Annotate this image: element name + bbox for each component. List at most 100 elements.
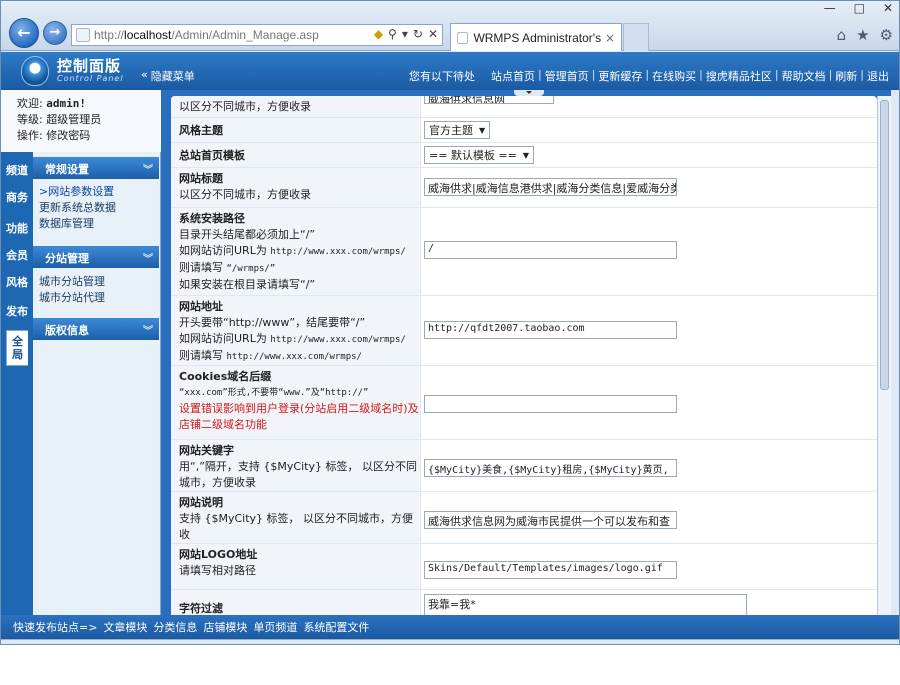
address-tools: ◆ ⚲ ▾ ↻ ✕ xyxy=(374,27,438,41)
site-name-input[interactable]: 威海供求信息网 xyxy=(424,96,554,104)
vtab-function[interactable]: 功能 xyxy=(6,218,28,239)
form-row-site-title: 网站标题 以区分不同城市，方便收录 威海供求|威海信息港供求|威海分类信息|爱威… xyxy=(171,168,877,208)
style-theme-select[interactable]: 官方主题 ▼ xyxy=(424,121,491,139)
dropdown-icon[interactable]: ▾ xyxy=(402,27,408,41)
quick-config-file[interactable]: 系统配置文件 xyxy=(303,619,369,635)
nav-logout[interactable]: 退出 xyxy=(867,68,889,84)
form-row-logo: 网站LOGO地址 请填写相对路径 Skins/Default/Templates… xyxy=(171,544,877,590)
browser-window: — □ ✕ ← → http://localhost/Admin/Admin_M… xyxy=(0,0,900,645)
vtab-global[interactable]: 全局 xyxy=(6,330,28,366)
home-template-select[interactable]: == 默认模板 == ▼ xyxy=(424,146,535,164)
form-row-install-path: 系统安装路径 目录开头结尾都必须加上“/” 如网站访问URL为 http://w… xyxy=(171,208,877,296)
quick-publish-bar: 快速发布站点=> 文章模块 分类信息 店铺模块 单页频道 系统配置文件 xyxy=(1,615,899,639)
nav-buy-online[interactable]: 在线购买 xyxy=(652,68,696,84)
quick-article-module[interactable]: 文章模块 xyxy=(103,619,147,635)
hide-menu-link[interactable]: « 隐藏菜单 xyxy=(141,68,195,84)
change-password-link[interactable]: 修改密码 xyxy=(46,129,90,142)
install-path-input[interactable]: / xyxy=(424,241,677,259)
close-window-button[interactable]: ✕ xyxy=(883,1,893,15)
nav-site-home[interactable]: 站点首页 xyxy=(491,68,535,84)
group-copyright[interactable]: 版权信息 ︾ xyxy=(33,318,159,340)
chevron-down-icon: ︾ xyxy=(143,326,153,337)
nav-community[interactable]: 搜虎精品社区 xyxy=(706,68,772,84)
substation-links: 城市分站管理 城市分站代理 xyxy=(39,274,105,306)
maximize-button[interactable]: □ xyxy=(854,1,865,15)
word-filter-textarea[interactable]: 我靠=我* xyxy=(424,594,747,615)
settings-form: 以区分不同城市，方便收录 威海供求信息网 风格主题 官方主题 ▼ 总站首页模板 =… xyxy=(171,96,877,615)
user-level: 超级管理员 xyxy=(46,113,102,126)
page-favicon-icon xyxy=(76,28,90,42)
cookie-domain-input[interactable] xyxy=(424,395,677,413)
site-url-input[interactable]: http://qfdt2007.taobao.com xyxy=(424,321,677,339)
vtab-channel[interactable]: 频道 xyxy=(6,160,28,181)
tab-close-icon[interactable]: × xyxy=(605,31,615,45)
address-bar[interactable]: http://localhost/Admin/Admin_Manage.asp … xyxy=(71,24,443,46)
new-tab-button[interactable] xyxy=(623,23,649,51)
arrow-right-icon: → xyxy=(49,25,61,40)
vtab-business[interactable]: 商务 xyxy=(6,187,28,208)
gear-icon[interactable]: ⚙ xyxy=(880,26,893,44)
refresh-icon[interactable]: ↻ xyxy=(413,27,423,41)
search-icon[interactable]: ⚲ xyxy=(388,27,397,41)
link-update-totals[interactable]: 更新系统总数据 xyxy=(39,200,116,216)
main-panel: 以区分不同城市，方便收录 威海供求信息网 风格主题 官方主题 ▼ 总站首页模板 =… xyxy=(161,90,891,615)
username: admin! xyxy=(46,97,86,110)
dropdown-arrow-icon: ▼ xyxy=(522,150,530,160)
link-city-substation[interactable]: 城市分站管理 xyxy=(39,274,105,290)
vtab-publish[interactable]: 发布 xyxy=(6,301,28,322)
chevron-down-icon: ︾ xyxy=(143,165,153,176)
quick-shop-module[interactable]: 店铺模块 xyxy=(203,619,247,635)
group-general-settings[interactable]: 常规设置 ︾ xyxy=(33,157,159,179)
compatibility-view-icon[interactable]: ◆ xyxy=(374,27,383,41)
tab-favicon-icon xyxy=(457,31,469,44)
favorites-star-icon[interactable]: ★ xyxy=(856,26,869,44)
user-info: 欢迎: admin! 等级: 超级管理员 操作: 修改密码 xyxy=(1,90,161,152)
address-url[interactable]: http://localhost/Admin/Admin_Manage.asp xyxy=(94,28,319,42)
form-row-style-theme: 风格主题 官方主题 ▼ xyxy=(171,118,877,143)
browser-toolbar: — □ ✕ ← → http://localhost/Admin/Admin_M… xyxy=(1,1,899,51)
link-database[interactable]: 数据库管理 xyxy=(39,216,116,232)
form-row-home-template: 总站首页模板 == 默认模板 == ▼ xyxy=(171,143,877,168)
tab-wrmps-admin[interactable]: WRMPS Administrator's Co... × xyxy=(450,23,622,51)
form-row-site-name: 以区分不同城市，方便收录 威海供求信息网 xyxy=(171,96,877,118)
group-substation[interactable]: 分站管理 ︾ xyxy=(33,246,159,268)
nav-update-cache[interactable]: 更新缓存 xyxy=(598,68,642,84)
scrollbar[interactable] xyxy=(877,96,891,615)
quick-single-page[interactable]: 单页频道 xyxy=(253,619,297,635)
tab-title: WRMPS Administrator's Co... xyxy=(473,30,601,45)
nav-admin-home[interactable]: 管理首页 xyxy=(545,68,589,84)
nav-refresh[interactable]: 刷新 xyxy=(835,68,857,84)
nav-help[interactable]: 帮助文档 xyxy=(782,68,826,84)
scroll-thumb[interactable] xyxy=(880,100,889,390)
quick-publish-label: 快速发布站点=> xyxy=(13,621,98,634)
site-title-input[interactable]: 威海供求|威海信息港供求|威海分类信息|爱威海分类 xyxy=(424,178,677,196)
pending-notice-link[interactable]: 您有以下待处 xyxy=(409,68,475,84)
quick-classified-info[interactable]: 分类信息 xyxy=(153,619,197,635)
arrow-left-icon: ← xyxy=(17,23,31,42)
status-bar xyxy=(1,639,899,644)
app-header: 控制面版 Control Panel « 隐藏菜单 您有以下待处 站点首页 | 管… xyxy=(1,52,899,90)
forward-button[interactable]: → xyxy=(43,21,67,45)
shield-logo-icon xyxy=(21,56,49,86)
dropdown-arrow-icon: ▼ xyxy=(479,125,486,135)
description-input[interactable]: 威海供求信息网为威海市民提供一个可以发布和查 xyxy=(424,511,677,529)
chevron-down-icon: ︾ xyxy=(143,254,153,265)
window-controls: — □ ✕ xyxy=(824,1,893,15)
vertical-tabs: 频道 商务 功能 会员 风格 发布 全局 xyxy=(1,152,33,615)
stop-icon[interactable]: ✕ xyxy=(428,27,438,41)
vtab-style[interactable]: 风格 xyxy=(6,272,28,293)
top-nav: 您有以下待处 站点首页 | 管理首页 | 更新缓存 | 在线购买 | 搜虎精品社区 | 帮… xyxy=(408,68,889,84)
link-site-params[interactable]: >网站参数设置 xyxy=(39,184,116,200)
form-row-word-filter: 字符过滤 我靠=我* xyxy=(171,590,877,615)
logo-path-input[interactable]: Skins/Default/Templates/images/logo.gif xyxy=(424,561,677,579)
back-button[interactable]: ← xyxy=(9,18,39,48)
vtab-member[interactable]: 会员 xyxy=(6,245,28,266)
link-city-agent[interactable]: 城市分站代理 xyxy=(39,290,105,306)
general-settings-links: >网站参数设置 更新系统总数据 数据库管理 xyxy=(39,184,116,232)
browser-right-tools: ⌂ ★ ⚙ xyxy=(837,26,893,44)
form-row-description: 网站说明 支持 {$MyCity} 标签， 以区分不同城市，方便收 录 威海供求… xyxy=(171,492,877,557)
home-icon[interactable]: ⌂ xyxy=(837,26,847,44)
minimize-button[interactable]: — xyxy=(824,1,836,15)
double-chevron-left-icon: « xyxy=(141,68,148,81)
keywords-input[interactable]: {$MyCity}美食,{$MyCity}租房,{$MyCity}黄页, xyxy=(424,459,677,477)
